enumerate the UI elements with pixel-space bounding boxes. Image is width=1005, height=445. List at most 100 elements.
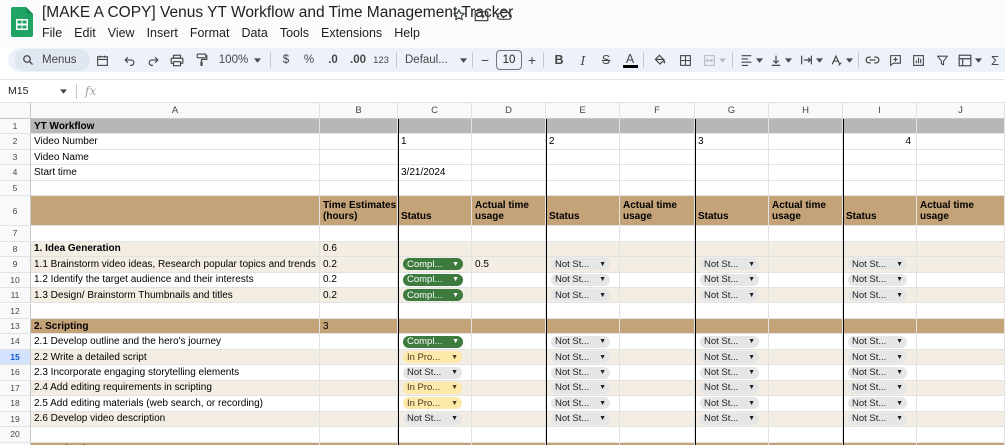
cell-g13[interactable] [695,318,769,335]
cell-j4[interactable] [917,165,1005,181]
cell-j16[interactable] [917,365,1005,381]
cell-c17[interactable]: In Pro... ▼ [398,380,472,397]
cell-j11[interactable] [917,288,1005,304]
text-rotation-icon[interactable] [828,50,854,70]
cell-b2[interactable] [320,134,398,150]
cell-j8[interactable] [917,241,1005,258]
decrease-decimal-button[interactable]: .0 [323,50,343,70]
cell-f10[interactable] [620,272,695,289]
status-dropdown-chip[interactable]: Not St... ▼ [551,366,610,379]
row-header-14[interactable]: 14 [0,334,31,350]
cell-h3[interactable] [769,149,843,166]
status-dropdown-chip[interactable]: Not St... ▼ [700,335,759,348]
redo-icon[interactable] [144,50,162,70]
cell-h14[interactable] [769,334,843,350]
status-dropdown-chip[interactable]: Not St... ▼ [848,289,907,302]
cell-c2[interactable]: 1 [398,134,472,150]
font-family-select[interactable]: Defaul... [405,50,467,70]
status-dropdown-chip[interactable]: Not St... ▼ [848,412,907,425]
cell-h6[interactable]: Actual time usage [769,196,843,227]
cell-j15[interactable] [917,349,1005,366]
cell-e19[interactable]: Not St... ▼ [546,411,620,428]
cell-f14[interactable] [620,334,695,350]
cell-g17[interactable]: Not St... ▼ [695,380,769,397]
cell-f20[interactable] [620,427,695,443]
cell-i15[interactable]: Not St... ▼ [843,349,917,366]
status-dropdown-chip[interactable]: Not St... ▼ [848,258,907,271]
status-dropdown-chip[interactable]: Not St... ▼ [848,366,907,379]
status-dropdown-chip[interactable]: Not St... ▼ [700,289,759,302]
cell-b19[interactable] [320,411,398,428]
status-dropdown-chip[interactable]: Not St... ▼ [848,397,907,410]
cell-h18[interactable] [769,396,843,412]
cloud-saved-icon[interactable] [495,6,513,24]
cell-c13[interactable] [398,318,472,335]
status-dropdown-chip[interactable]: Compl... ▼ [403,289,463,302]
cell-d10[interactable] [472,272,546,289]
cell-b15[interactable] [320,349,398,366]
cell-i13[interactable] [843,318,917,335]
cell-i5[interactable] [843,180,917,197]
cell-j3[interactable] [917,149,1005,166]
cell-d5[interactable] [472,180,546,197]
status-dropdown-chip[interactable]: Not St... ▼ [700,412,759,425]
document-title[interactable]: [MAKE A COPY] Venus YT Workflow and Time… [42,4,513,22]
cell-h8[interactable] [769,241,843,258]
cell-d14[interactable] [472,334,546,350]
cell-j5[interactable] [917,180,1005,197]
cell-b17[interactable] [320,380,398,397]
row-header-16[interactable]: 16 [0,365,31,381]
italic-button[interactable]: I [576,50,590,70]
cell-c7[interactable] [398,226,472,242]
cell-a14[interactable]: 2.1 Develop outline and the hero's journ… [31,334,320,350]
cell-a17[interactable]: 2.4 Add editing requirements in scriptin… [31,380,320,397]
cell-e8[interactable] [546,241,620,258]
strikethrough-button[interactable]: S [599,50,613,70]
cell-a4[interactable]: Start time [31,165,320,181]
status-dropdown-chip[interactable]: Not St... ▼ [551,397,610,410]
cell-f6[interactable]: Actual time usage [620,196,695,227]
cell-h7[interactable] [769,226,843,242]
cell-c14[interactable]: Compl... ▼ [398,334,472,350]
menu-data[interactable]: Data [235,24,273,42]
cell-i11[interactable]: Not St... ▼ [843,288,917,304]
cell-f19[interactable] [620,411,695,428]
cell-d8[interactable] [472,241,546,258]
status-dropdown-chip[interactable]: Not St... ▼ [551,335,610,348]
cell-d16[interactable] [472,365,546,381]
row-header-4[interactable]: 4 [0,165,31,181]
cell-c20[interactable] [398,427,472,443]
menu-view[interactable]: View [102,24,141,42]
cell-f13[interactable] [620,318,695,335]
cell-d15[interactable] [472,349,546,366]
cell-a16[interactable]: 2.3 Incorporate engaging storytelling el… [31,365,320,381]
cell-j7[interactable] [917,226,1005,242]
status-dropdown-chip[interactable]: Compl... ▼ [403,335,463,348]
cell-g5[interactable] [695,180,769,197]
cell-i6[interactable]: Status [843,196,917,227]
cell-f16[interactable] [620,365,695,381]
cell-d6[interactable]: Actual time usage [472,196,546,227]
filter-icon[interactable] [933,50,951,70]
undo-icon[interactable] [120,50,138,70]
status-dropdown-chip[interactable]: Not St... ▼ [700,366,759,379]
cell-e5[interactable] [546,180,620,197]
status-dropdown-chip[interactable]: Not St... ▼ [848,351,907,364]
cell-i17[interactable]: Not St... ▼ [843,380,917,397]
cell-g10[interactable]: Not St... ▼ [695,272,769,289]
cell-c19[interactable]: Not St... ▼ [398,411,472,428]
row-header-10[interactable]: 10 [0,272,31,289]
status-dropdown-chip[interactable]: Compl... ▼ [403,258,463,271]
cell-c1[interactable] [398,119,472,135]
status-dropdown-chip[interactable]: Not St... ▼ [551,381,610,394]
cell-b20[interactable] [320,427,398,443]
cell-h1[interactable] [769,119,843,135]
cell-g11[interactable]: Not St... ▼ [695,288,769,304]
cell-d19[interactable] [472,411,546,428]
cell-b12[interactable] [320,303,398,319]
cell-g16[interactable]: Not St... ▼ [695,365,769,381]
cell-h20[interactable] [769,427,843,443]
cell-h19[interactable] [769,411,843,428]
status-dropdown-chip[interactable]: Not St... ▼ [551,273,610,286]
status-dropdown-chip[interactable]: Not St... ▼ [551,351,610,364]
